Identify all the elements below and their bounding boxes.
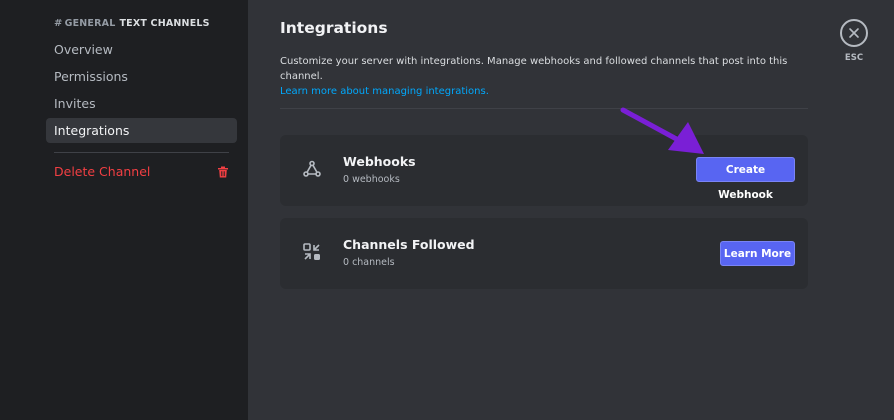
esc-label: ESC [844, 53, 864, 63]
hash-icon: # [54, 18, 63, 29]
close-icon [849, 28, 859, 38]
channel-name: TEXT CHANNELS [119, 18, 210, 29]
channels-followed-count: 0 channels [343, 257, 395, 268]
sidebar-divider [54, 152, 229, 153]
sidebar-item-invites[interactable]: Invites [46, 91, 237, 116]
channel-header: # GENERAL TEXT CHANNELS [54, 18, 210, 29]
webhooks-count: 0 webhooks [343, 174, 400, 185]
page-description: Customize your server with integrations.… [280, 54, 815, 99]
description-text: Customize your server with integrations.… [280, 56, 788, 82]
close-button[interactable] [840, 19, 868, 47]
channels-followed-title: Channels Followed [343, 237, 475, 252]
delete-channel-button[interactable]: Delete Channel [46, 159, 237, 184]
webhooks-title: Webhooks [343, 154, 416, 169]
close-settings[interactable]: ESC [840, 19, 868, 63]
sidebar-item-integrations[interactable]: Integrations [46, 118, 237, 143]
channels-followed-icon [303, 243, 320, 260]
sidebar-item-overview[interactable]: Overview [46, 37, 237, 62]
learn-more-link[interactable]: Learn more about managing integrations. [280, 84, 815, 99]
webhook-icon [303, 160, 321, 177]
section-divider [280, 108, 808, 109]
create-webhook-button[interactable]: Create Webhook [696, 157, 795, 201]
webhooks-card: Webhooks 0 webhooks Create Webhook [280, 135, 808, 206]
channel-category: GENERAL [64, 18, 116, 29]
delete-channel-label: Delete Channel [54, 164, 151, 179]
learn-more-button[interactable]: Learn More [720, 241, 795, 266]
sidebar-item-permissions[interactable]: Permissions [46, 64, 237, 89]
channels-followed-card: Channels Followed 0 channels Learn More [280, 218, 808, 289]
page-title: Integrations [280, 19, 388, 37]
settings-sidebar: # GENERAL TEXT CHANNELS Overview Permiss… [0, 0, 248, 420]
trash-icon [218, 166, 228, 177]
